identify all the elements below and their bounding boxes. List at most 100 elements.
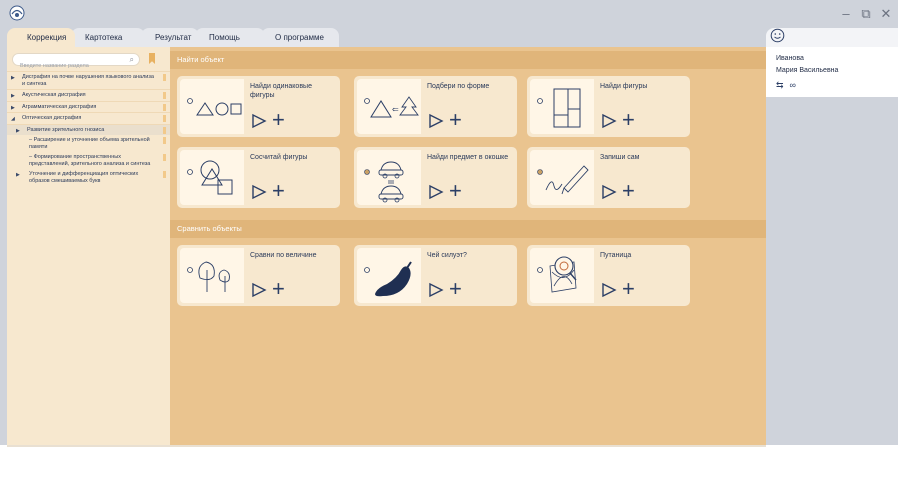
add-icon[interactable]: +	[272, 180, 285, 202]
card-title: Подбери по форме	[427, 83, 490, 90]
play-icon[interactable]	[601, 184, 617, 200]
section-header: Найти объект	[170, 51, 766, 69]
smiley-icon[interactable]	[770, 28, 785, 43]
exercise-thumbnail	[357, 248, 421, 303]
swap-icon[interactable]: ⇆	[776, 80, 784, 91]
add-icon[interactable]: +	[449, 109, 462, 131]
exercise-thumbnail	[180, 150, 244, 205]
bookmark-icon[interactable]	[149, 53, 155, 64]
restore-icon[interactable]: ⧉	[860, 6, 872, 22]
tree-item[interactable]: ▶ Аграмматическая дисграфия	[7, 100, 170, 113]
title-bar: – ⧉ ✕ Коррекция Картотека Результат Помо…	[0, 0, 898, 47]
user-actions: ⇆ ∞	[776, 80, 796, 91]
play-icon[interactable]	[601, 282, 617, 298]
play-icon[interactable]	[251, 184, 267, 200]
marker-icon	[163, 103, 166, 111]
user-full-name: Мария Васильевна	[776, 67, 839, 74]
add-icon[interactable]: +	[622, 278, 635, 300]
minimize-icon[interactable]: –	[840, 6, 852, 22]
add-icon[interactable]: +	[622, 180, 635, 202]
card-title: Найди предмет в окошке	[427, 154, 509, 161]
play-icon[interactable]	[428, 184, 444, 200]
tree-item[interactable]: ◢ Оптическая дисграфия	[7, 112, 170, 124]
cabinet-icon	[537, 88, 581, 128]
exercise-card[interactable]: Сравни по величине +	[177, 245, 340, 306]
exercise-card[interactable]: Сосчитай фигуры +	[177, 147, 340, 208]
tree-item[interactable]: ▶ Акустическая дисграфия	[7, 89, 170, 101]
tree-item-label: Аграмматическая дисграфия	[22, 103, 97, 110]
tab-card-index[interactable]: Картотека	[71, 28, 145, 47]
card-title: Чей силуэт?	[427, 252, 467, 259]
play-icon[interactable]	[428, 113, 444, 129]
exercise-card[interactable]: Запиши сам +	[527, 147, 690, 208]
overlapping-shapes-icon	[187, 160, 233, 195]
exercise-card[interactable]: Чей силуэт? +	[354, 245, 517, 306]
section-header: Сравнить объекты	[170, 220, 766, 238]
tree-leaf[interactable]: – Расширение и уточнение объема зрительн…	[7, 135, 170, 152]
expand-arrow-icon[interactable]: ▶	[11, 105, 15, 112]
exercise-thumbnail	[180, 248, 244, 303]
exercise-area: Найти объект Найди одинаковые фигуры + ⇐…	[170, 47, 766, 445]
exercise-thumbnail: ⇐	[357, 79, 421, 134]
play-icon[interactable]	[601, 113, 617, 129]
collapse-arrow-icon[interactable]: ◢	[11, 116, 15, 123]
main-tabs: Коррекция Картотека Результат Помощь О п…	[7, 28, 339, 47]
user-tab	[766, 28, 898, 47]
tree-subitem[interactable]: ▶ Развитие зрительного гнозиса	[7, 123, 170, 135]
tab-help[interactable]: Помощь	[195, 28, 265, 47]
tab-correction[interactable]: Коррекция	[7, 28, 75, 47]
marker-icon	[163, 154, 166, 161]
marker-icon	[163, 137, 166, 144]
marker-icon	[163, 126, 166, 134]
marker-icon	[163, 92, 166, 99]
exercise-thumbnail	[530, 248, 594, 303]
marker-icon	[163, 74, 166, 81]
expand-arrow-icon[interactable]: ▶	[11, 93, 15, 100]
tree-leaf[interactable]: – Формирование пространственных представ…	[7, 152, 170, 169]
close-icon[interactable]: ✕	[880, 6, 892, 22]
add-icon[interactable]: +	[449, 278, 462, 300]
search-input[interactable]	[13, 60, 121, 72]
shapes-icon	[187, 98, 242, 116]
infinity-icon[interactable]: ∞	[790, 80, 796, 91]
exercise-card[interactable]: Найди фигуры +	[527, 76, 690, 137]
add-icon[interactable]: +	[272, 109, 285, 131]
expand-arrow-icon[interactable]: ▶	[16, 172, 20, 179]
divider	[7, 445, 766, 447]
play-icon[interactable]	[251, 282, 267, 298]
exercise-card[interactable]: Путаница +	[527, 245, 690, 306]
expand-arrow-icon[interactable]: ▶	[11, 75, 15, 82]
tab-about[interactable]: О программе	[261, 28, 339, 47]
tree-item-label: Дисграфия на почве нарушения языкового а…	[22, 74, 154, 87]
eggplant-silhouette-icon	[364, 261, 412, 297]
exercise-card[interactable]: Найди одинаковые фигуры +	[177, 76, 340, 137]
marker-icon	[163, 115, 166, 122]
tree-item-label: – Формирование пространственных представ…	[29, 154, 151, 167]
exercise-thumbnail	[180, 79, 244, 134]
tree-item-label: – Расширение и уточнение объема зрительн…	[29, 137, 150, 150]
add-icon[interactable]: +	[449, 180, 462, 202]
play-icon[interactable]	[251, 113, 267, 129]
tree-item[interactable]: ▶ Дисграфия на почве нарушения языкового …	[7, 71, 170, 89]
card-title: Путаница	[600, 252, 632, 259]
tree-item[interactable]: ▶ Уточнение и дифференциация оптических о…	[7, 169, 170, 186]
app-logo	[9, 5, 25, 21]
triangle-tree-icon: ⇐	[364, 96, 419, 118]
add-icon[interactable]: +	[272, 278, 285, 300]
add-icon[interactable]: +	[622, 109, 635, 131]
status-area	[0, 445, 898, 492]
exercise-thumbnail	[530, 150, 594, 205]
play-icon[interactable]	[428, 282, 444, 298]
exercise-card[interactable]: ⇐ Подбери по форме +	[354, 76, 517, 137]
tree-item-label: Уточнение и дифференциация оптических об…	[29, 171, 139, 184]
tree-item-label: Развитие зрительного гнозиса	[27, 126, 105, 133]
search-icon[interactable]: ⌕	[130, 55, 134, 65]
tab-label: Помощь	[209, 33, 240, 42]
card-title: Найди одинаковые фигуры	[250, 83, 312, 99]
card-title: Найди фигуры	[600, 83, 648, 90]
expand-arrow-icon[interactable]: ▶	[16, 128, 20, 135]
exercise-card[interactable]: Найди предмет в окошке +	[354, 147, 517, 208]
tab-label: Коррекция	[27, 33, 67, 42]
search-box: ⌕	[12, 53, 140, 72]
tab-result[interactable]: Результат	[141, 28, 199, 47]
